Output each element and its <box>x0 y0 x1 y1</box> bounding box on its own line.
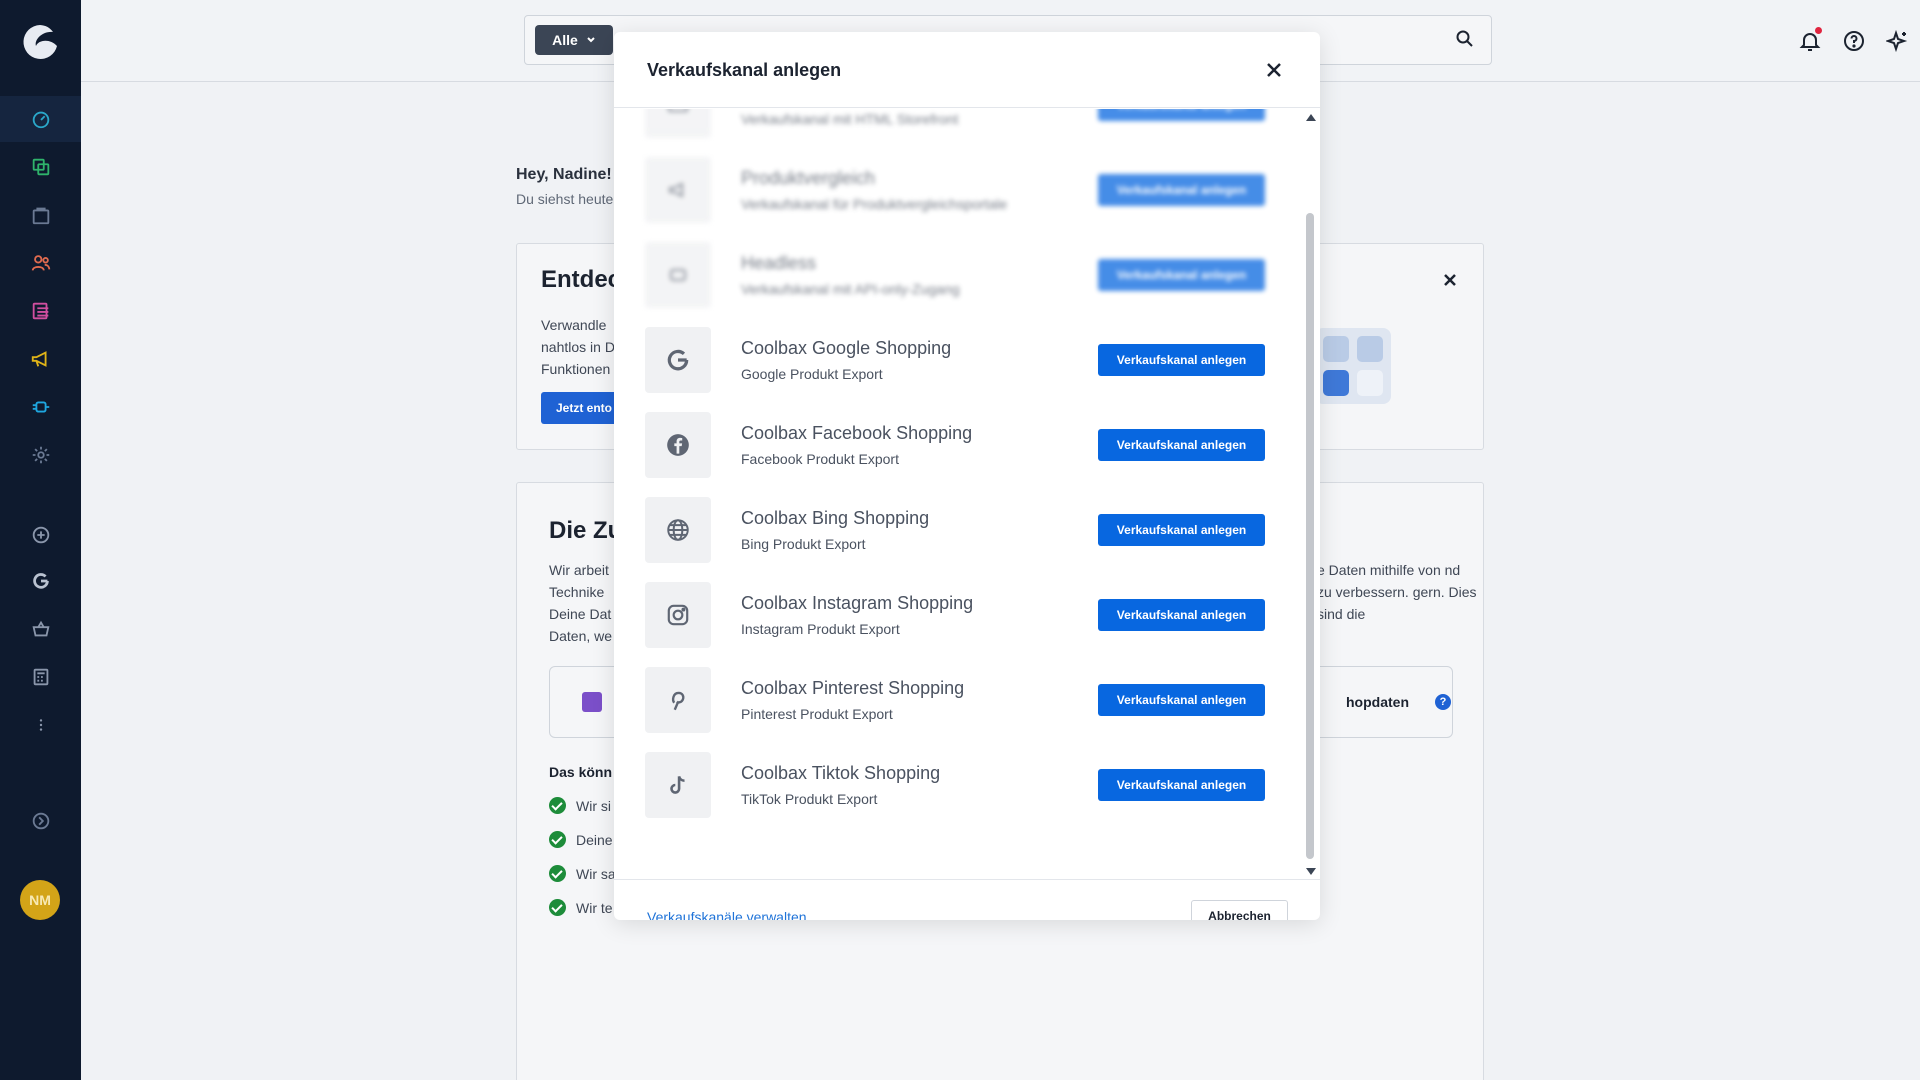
sales-channel-list[interactable]: Verkaufskanal mit HTML Storefront Verkau… <box>614 109 1320 879</box>
create-channel-button[interactable]: Verkaufskanal anlegen <box>1098 109 1265 121</box>
list-item: Coolbax Pinterest Shopping Pinterest Pro… <box>645 667 1295 733</box>
scroll-down-arrow-icon[interactable] <box>1306 868 1316 875</box>
channel-desc: TikTok Produkt Export <box>741 791 878 807</box>
create-sales-channel-modal: Verkaufskanal anlegen Verkaufskanal mit … <box>614 32 1320 920</box>
scroll-up-arrow-icon[interactable] <box>1306 114 1316 121</box>
close-icon[interactable] <box>1264 60 1284 80</box>
tiktok-icon <box>645 752 711 818</box>
channel-desc: Facebook Produkt Export <box>741 451 899 467</box>
scrollbar[interactable] <box>1304 109 1316 879</box>
list-item: Coolbax Instagram Shopping Instagram Pro… <box>645 582 1295 648</box>
create-channel-button[interactable]: Verkaufskanal anlegen <box>1098 429 1265 461</box>
channel-desc: Verkaufskanal für Produktvergleichsporta… <box>741 196 1008 212</box>
channel-name: Coolbax Tiktok Shopping <box>741 763 941 783</box>
list-item: Coolbax Google Shopping Google Produkt E… <box>645 327 1295 393</box>
channel-desc: Verkaufskanal mit API-only-Zugang <box>741 281 960 297</box>
channel-desc: Instagram Produkt Export <box>741 621 900 637</box>
channel-name: Coolbax Instagram Shopping <box>741 593 974 613</box>
channel-name: Headless <box>741 253 817 273</box>
modal-footer: Verkaufskanäle verwalten Abbrechen <box>614 879 1320 920</box>
create-channel-button[interactable]: Verkaufskanal anlegen <box>1098 344 1265 376</box>
channel-desc: Pinterest Produkt Export <box>741 706 893 722</box>
create-channel-button[interactable]: Verkaufskanal anlegen <box>1098 769 1265 801</box>
channel-desc: Google Produkt Export <box>741 366 883 382</box>
google-icon <box>645 327 711 393</box>
globe-icon <box>645 497 711 563</box>
create-channel-button[interactable]: Verkaufskanal anlegen <box>1098 599 1265 631</box>
list-item: Coolbax Tiktok Shopping TikTok Produkt E… <box>645 752 1295 818</box>
create-channel-button[interactable]: Verkaufskanal anlegen <box>1098 684 1265 716</box>
channel-name: Produktvergleich <box>741 168 876 188</box>
storefront-icon <box>645 109 711 138</box>
list-item: Coolbax Bing Shopping Bing Produkt Expor… <box>645 497 1295 563</box>
facebook-icon <box>645 412 711 478</box>
create-channel-button[interactable]: Verkaufskanal anlegen <box>1098 514 1265 546</box>
channel-desc: Bing Produkt Export <box>741 536 866 552</box>
channel-name: Coolbax Bing Shopping <box>741 508 930 528</box>
modal-title: Verkaufskanal anlegen <box>647 60 842 80</box>
channel-name: Coolbax Google Shopping <box>741 338 952 358</box>
modal-header: Verkaufskanal anlegen <box>614 32 1320 108</box>
channel-desc: Verkaufskanal mit HTML Storefront <box>741 111 959 127</box>
manage-sales-channels-link[interactable]: Verkaufskanäle verwalten <box>647 909 807 920</box>
create-channel-button[interactable]: Verkaufskanal anlegen <box>1098 174 1265 206</box>
list-item: Headless Verkaufskanal mit API-only-Zuga… <box>645 242 1295 308</box>
channel-name: Coolbax Pinterest Shopping <box>741 678 965 698</box>
list-item: Produktvergleich Verkaufskanal für Produ… <box>645 157 1295 223</box>
cancel-button[interactable]: Abbrechen <box>1191 900 1288 920</box>
list-item: Verkaufskanal mit HTML Storefront Verkau… <box>645 109 1295 138</box>
plugin-icon <box>645 242 711 308</box>
list-item: Coolbax Facebook Shopping Facebook Produ… <box>645 412 1295 478</box>
scrollbar-thumb[interactable] <box>1306 213 1314 859</box>
pinterest-icon <box>645 667 711 733</box>
channel-name: Coolbax Facebook Shopping <box>741 423 973 443</box>
create-channel-button[interactable]: Verkaufskanal anlegen <box>1098 259 1265 291</box>
instagram-icon <box>645 582 711 648</box>
megaphone-icon <box>645 157 711 223</box>
